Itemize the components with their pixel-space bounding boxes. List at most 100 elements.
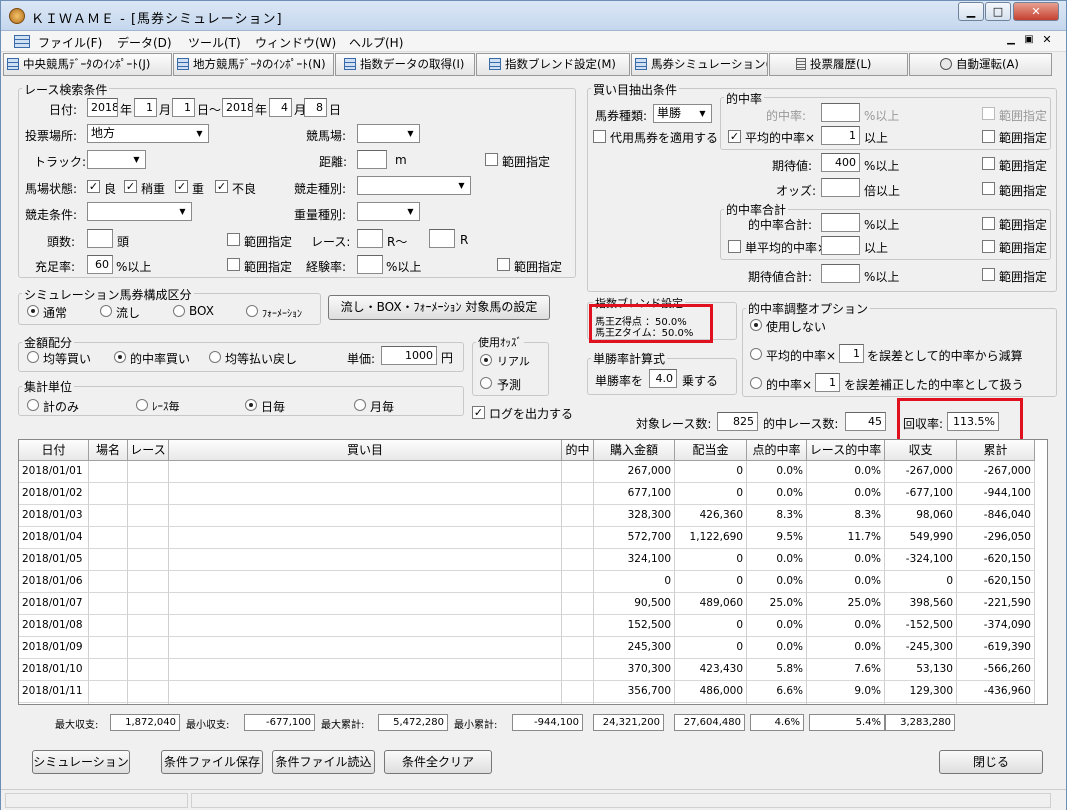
- race-type-select[interactable]: ▼: [357, 176, 471, 195]
- load-conditions-button[interactable]: 条件ファイル読込: [272, 750, 375, 774]
- header-bet[interactable]: 買い目: [169, 440, 562, 461]
- table-row[interactable]: 2018/01/08 152,500 0 0.0% 0.0% -152,500 -374,0…: [19, 615, 1035, 637]
- money-equal-payout-radio[interactable]: [209, 351, 221, 363]
- start-year-input[interactable]: 2018: [87, 98, 118, 117]
- header-point-hit-rate[interactable]: 点的中率: [747, 440, 807, 461]
- adjust-hit-input[interactable]: 1: [815, 373, 840, 392]
- hit-rate-input[interactable]: [821, 103, 860, 122]
- start-month-input[interactable]: 1: [134, 98, 157, 117]
- sim-nagashi-radio[interactable]: [100, 305, 112, 317]
- heads-input[interactable]: [87, 229, 113, 248]
- exp-total-input[interactable]: [821, 264, 860, 283]
- table-row[interactable]: 2018/01/11 356,700 486,000 6.6% 9.0% 129,300-…: [19, 681, 1035, 703]
- close-button[interactable]: 閉じる: [939, 750, 1043, 774]
- mdi-close-icon[interactable]: ✕: [1040, 33, 1054, 47]
- menu-tools[interactable]: ツール(T): [188, 34, 241, 51]
- adjust-hit-radio[interactable]: [750, 377, 762, 389]
- sim-formation-radio[interactable]: [246, 305, 258, 317]
- odds-predict-radio[interactable]: [480, 377, 492, 389]
- unit-price-input[interactable]: 1000: [381, 346, 437, 365]
- bet-simulation-button[interactable]: 馬券シミュレーション(B): [631, 53, 768, 76]
- single-avg-range-checkbox[interactable]: [982, 240, 995, 253]
- single-avg-checkbox[interactable]: [728, 240, 741, 253]
- target-horse-settings-button[interactable]: 流し・BOX・ﾌｫｰﾒｰｼｮﾝ 対象馬の設定: [328, 295, 550, 320]
- single-avg-input[interactable]: [821, 236, 860, 255]
- table-row[interactable]: 2018/01/03 328,300 426,360 8.3% 8.3% 98,060 -8…: [19, 505, 1035, 527]
- adjust-avg-input[interactable]: 1: [839, 344, 864, 363]
- agg-race-radio[interactable]: [136, 399, 148, 411]
- odds-real-radio[interactable]: [480, 354, 492, 366]
- end-day-input[interactable]: 8: [304, 98, 327, 117]
- odds-range-checkbox[interactable]: [982, 182, 995, 195]
- exp-range-checkbox[interactable]: [497, 258, 510, 271]
- avg-hit-input[interactable]: 1: [821, 126, 860, 145]
- cond-bad-checkbox[interactable]: ✓: [215, 180, 228, 193]
- header-venue[interactable]: 場名: [89, 440, 128, 461]
- header-payout[interactable]: 配当金: [675, 440, 747, 461]
- track-select[interactable]: ▼: [87, 150, 146, 169]
- vote-history-button[interactable]: 投票履歴(L): [769, 53, 908, 76]
- log-output-checkbox[interactable]: ✓: [472, 406, 485, 419]
- menu-file[interactable]: ファイル(F): [38, 34, 102, 51]
- close-window-button[interactable]: ✕: [1013, 2, 1059, 21]
- adjust-none-radio[interactable]: [750, 319, 762, 331]
- mdi-restore-icon[interactable]: ▣: [1022, 33, 1036, 47]
- header-date[interactable]: 日付: [19, 440, 89, 461]
- fetch-index-button[interactable]: 指数データの取得(I): [335, 53, 475, 76]
- table-row[interactable]: 2018/01/10 370,300 423,430 5.8% 7.6% 53,130 -5…: [19, 659, 1035, 681]
- venue-select[interactable]: 地方 ▼: [87, 124, 209, 143]
- import-central-button[interactable]: 中央競馬ﾃﾞｰﾀのｲﾝﾎﾟｰﾄ(J): [3, 53, 172, 76]
- minimize-button[interactable]: ▁: [958, 2, 984, 21]
- table-row[interactable]: 2018/01/01 267,000 0 0.0% 0.0% -267,000 -267,0…: [19, 461, 1035, 483]
- start-day-input[interactable]: 1: [172, 98, 195, 117]
- header-race[interactable]: レース: [128, 440, 169, 461]
- import-local-button[interactable]: 地方競馬ﾃﾞｰﾀのｲﾝﾎﾟｰﾄ(N): [173, 53, 334, 76]
- agg-month-radio[interactable]: [354, 399, 366, 411]
- exp-total-range-checkbox[interactable]: [982, 268, 995, 281]
- save-conditions-button[interactable]: 条件ファイル保存: [161, 750, 263, 774]
- hit-total-input[interactable]: [821, 213, 860, 232]
- end-year-input[interactable]: 2018: [222, 98, 253, 117]
- cond-slightly-heavy-checkbox[interactable]: ✓: [124, 180, 137, 193]
- sim-normal-radio[interactable]: [27, 305, 39, 317]
- table-row[interactable]: 2018/01/12302,40000.0%0.0%-302,400-739,3…: [19, 703, 1035, 704]
- distance-range-checkbox[interactable]: [485, 153, 498, 166]
- race-to-input[interactable]: [429, 229, 455, 248]
- mdi-minimize-icon[interactable]: ▁: [1004, 33, 1018, 47]
- fill-rate-input[interactable]: 60: [87, 255, 113, 274]
- header-hit[interactable]: 的中: [562, 440, 594, 461]
- avg-range-checkbox[interactable]: [982, 130, 995, 143]
- hit-range-checkbox[interactable]: [982, 107, 995, 120]
- substitute-checkbox[interactable]: [593, 130, 606, 143]
- menu-help[interactable]: ヘルプ(H): [349, 34, 403, 51]
- adjust-avg-radio[interactable]: [750, 348, 762, 360]
- auto-run-button[interactable]: 自動運転(A): [909, 53, 1052, 76]
- table-row[interactable]: 2018/01/06 0 0 0.0% 0.0% 0 -620,150: [19, 571, 1035, 593]
- money-hitrate-radio[interactable]: [114, 351, 126, 363]
- table-row[interactable]: 2018/01/04 572,700 1,122,690 9.5% 11.7% 549,9…: [19, 527, 1035, 549]
- money-equal-radio[interactable]: [27, 351, 39, 363]
- simulate-button[interactable]: シミュレーション: [32, 750, 130, 774]
- table-row[interactable]: 2018/01/07 90,500 489,060 25.0% 25.0% 398,560…: [19, 593, 1035, 615]
- cond-good-checkbox[interactable]: ✓: [87, 180, 100, 193]
- weight-type-select[interactable]: ▼: [357, 202, 420, 221]
- table-row[interactable]: 2018/01/02 677,100 0 0.0% 0.0% -677,100 -944,1…: [19, 483, 1035, 505]
- header-balance[interactable]: 収支: [885, 440, 957, 461]
- header-purchase[interactable]: 購入金額: [594, 440, 675, 461]
- odds-input[interactable]: [821, 178, 860, 197]
- avg-hit-checkbox[interactable]: ✓: [728, 130, 741, 143]
- hit-total-range-checkbox[interactable]: [982, 217, 995, 230]
- cond-heavy-checkbox[interactable]: ✓: [175, 180, 188, 193]
- sim-box-radio[interactable]: [173, 305, 185, 317]
- table-row[interactable]: 2018/01/05 324,100 0 0.0% 0.0% -324,100 -620,1…: [19, 549, 1035, 571]
- index-blend-button[interactable]: 指数ブレンド設定(M): [476, 53, 630, 76]
- header-cumulative[interactable]: 累計: [957, 440, 1035, 461]
- fill-range-checkbox[interactable]: [227, 258, 240, 271]
- agg-day-radio[interactable]: [245, 399, 257, 411]
- distance-input[interactable]: [357, 150, 387, 169]
- exp-rate-input[interactable]: [357, 255, 383, 274]
- clear-conditions-button[interactable]: 条件全クリア: [384, 750, 492, 774]
- formula-power-input[interactable]: 4.0: [649, 369, 677, 388]
- table-row[interactable]: 2018/01/09 245,300 0 0.0% 0.0% -245,300 -619,3…: [19, 637, 1035, 659]
- header-race-hit-rate[interactable]: レース的中率: [807, 440, 885, 461]
